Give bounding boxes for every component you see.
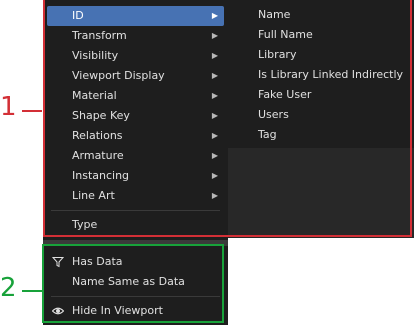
callout-box-1 — [43, 0, 412, 237]
callout-line-1 — [22, 110, 42, 112]
callout-line-2 — [22, 290, 42, 292]
callout-number-1: 1 — [0, 92, 17, 122]
callout-number-2: 2 — [0, 273, 17, 303]
callout-box-2 — [42, 244, 224, 323]
